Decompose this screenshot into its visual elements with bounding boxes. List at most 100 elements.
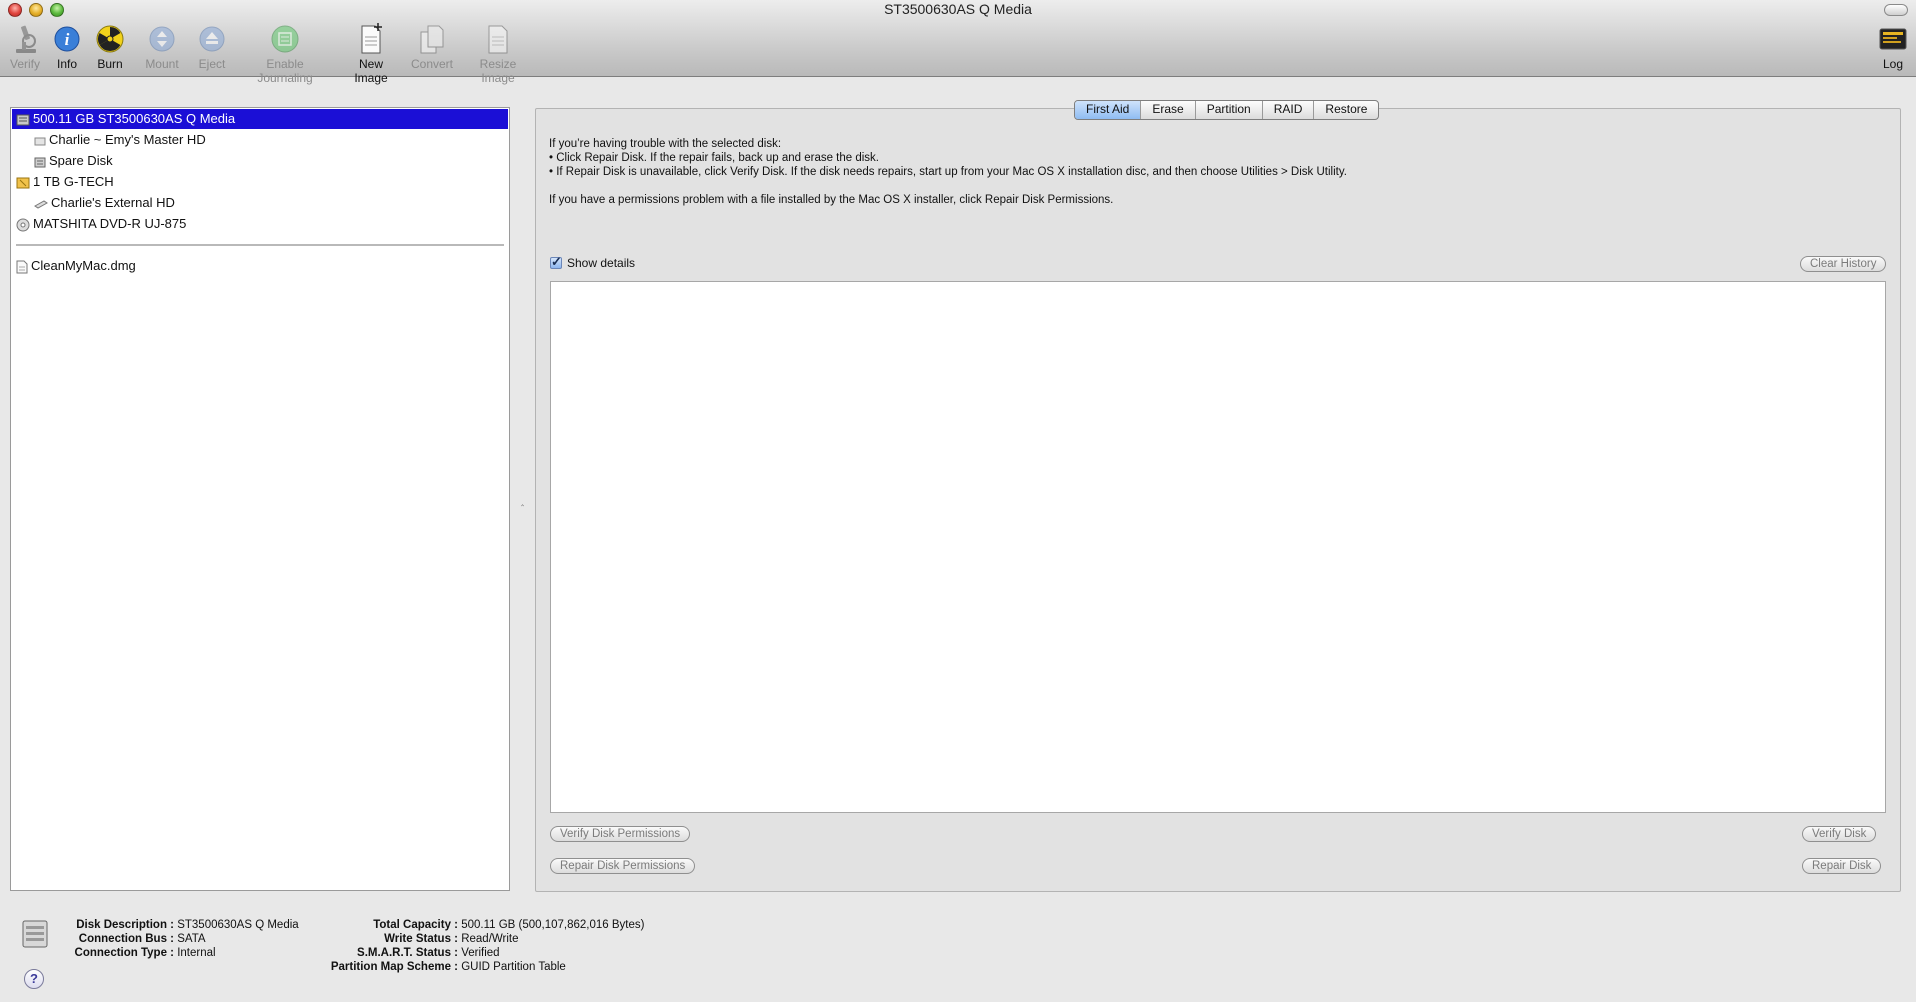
volume-icon bbox=[34, 157, 46, 168]
info-key: Partition Map Scheme : bbox=[330, 961, 458, 973]
toolbar-toggle-button[interactable] bbox=[1884, 4, 1908, 16]
checkbox-checked[interactable] bbox=[550, 254, 562, 270]
volume-item-charlie-emy[interactable]: Charlie ~ Emy's Master HD bbox=[12, 130, 508, 150]
info-row: S.M.A.R.T. Status : Verified bbox=[322, 946, 644, 960]
info-value: Internal bbox=[177, 947, 216, 959]
disk-item-st3500630as[interactable]: 500.11 GB ST3500630AS Q Media bbox=[12, 109, 508, 129]
info-row: Connection Bus : SATA bbox=[64, 932, 299, 946]
disk-item-dvd-drive[interactable]: MATSHITA DVD-R UJ-875 bbox=[12, 214, 508, 234]
mount-icon bbox=[149, 26, 175, 52]
details-log-area[interactable] bbox=[550, 281, 1886, 813]
toolbar-journaling-button[interactable]: Enable Journaling bbox=[238, 23, 332, 85]
first-aid-instructions: If you’re having trouble with the select… bbox=[549, 137, 1347, 207]
split-view-handle[interactable]: ‸ bbox=[521, 496, 525, 506]
tab-bar: First Aid Erase Partition RAID Restore bbox=[1074, 100, 1380, 120]
tab-raid[interactable]: RAID bbox=[1263, 101, 1315, 119]
toolbar-label: Burn bbox=[97, 57, 123, 71]
toolbar-label: New Image bbox=[354, 57, 388, 85]
svg-text:i: i bbox=[65, 30, 70, 49]
journaling-icon bbox=[271, 25, 299, 53]
disk-item-label: 500.11 GB ST3500630AS Q Media bbox=[33, 111, 236, 126]
help-button[interactable]: ? bbox=[24, 969, 44, 989]
info-key: Connection Bus : bbox=[78, 933, 174, 945]
toolbar-label: Resize Image bbox=[479, 57, 517, 85]
volume-icon bbox=[34, 199, 48, 209]
tab-erase[interactable]: Erase bbox=[1141, 101, 1196, 119]
eject-icon bbox=[199, 26, 225, 52]
instructions-bullet: • If Repair Disk is unavailable, click V… bbox=[549, 166, 1347, 178]
info-icon: i bbox=[54, 26, 80, 52]
info-key: Connection Type : bbox=[74, 947, 174, 959]
show-details-label: Show details bbox=[567, 256, 636, 270]
disk-image-icon bbox=[16, 260, 28, 274]
toolbar-new-image-button[interactable]: New Image bbox=[341, 23, 401, 85]
instructions-bullet: • Click Repair Disk. If the repair fails… bbox=[549, 152, 880, 164]
clear-history-button[interactable]: Clear History bbox=[1800, 256, 1887, 272]
volume-item-label: Charlie's External HD bbox=[51, 195, 175, 210]
toolbar-label: Eject bbox=[198, 57, 226, 71]
volume-item-spare-disk[interactable]: Spare Disk bbox=[12, 151, 508, 171]
external-disk-icon bbox=[16, 177, 30, 189]
toolbar-label: Convert bbox=[410, 57, 454, 71]
verify-disk-button[interactable]: Verify Disk bbox=[1802, 826, 1877, 842]
toolbar-verify-button[interactable]: Verify bbox=[8, 23, 42, 71]
volume-item-charlies-external[interactable]: Charlie's External HD bbox=[12, 193, 508, 213]
disk-item-label: MATSHITA DVD-R UJ-875 bbox=[33, 216, 187, 231]
info-row: Disk Description : ST3500630AS Q Media bbox=[64, 918, 299, 932]
info-value: Read/Write bbox=[461, 933, 519, 945]
repair-disk-permissions-button[interactable]: Repair Disk Permissions bbox=[550, 858, 696, 874]
disk-item-g-tech[interactable]: 1 TB G-TECH bbox=[12, 172, 508, 192]
toolbar-resize-image-button[interactable]: Resize Image bbox=[462, 23, 534, 85]
toolbar-log-button[interactable]: Log bbox=[1876, 23, 1910, 71]
disk-info-left: Disk Description : ST3500630AS Q Media C… bbox=[64, 918, 299, 960]
info-value: SATA bbox=[177, 933, 206, 945]
toolbar-label: Info bbox=[56, 57, 77, 71]
info-value: Verified bbox=[461, 947, 500, 959]
convert-icon bbox=[420, 25, 444, 54]
internal-disk-icon bbox=[22, 920, 48, 948]
new-image-icon bbox=[361, 23, 382, 54]
volume-item-label: Charlie ~ Emy's Master HD bbox=[49, 132, 206, 147]
repair-disk-button[interactable]: Repair Disk bbox=[1802, 858, 1882, 874]
info-key: Total Capacity : bbox=[373, 919, 458, 931]
sidebar-separator bbox=[16, 244, 504, 246]
toolbar-label: Verify bbox=[9, 57, 40, 71]
disk-info-right: Total Capacity : 500.11 GB (500,107,862,… bbox=[322, 918, 645, 974]
toolbar-info-button[interactable]: i Info bbox=[52, 23, 82, 71]
microscope-icon bbox=[16, 25, 36, 53]
optical-drive-icon bbox=[16, 218, 30, 232]
info-row: Connection Type : Internal bbox=[64, 946, 299, 960]
volume-icon bbox=[34, 137, 46, 146]
toolbar-convert-button[interactable]: Convert bbox=[410, 23, 454, 71]
volume-item-label: Spare Disk bbox=[49, 153, 113, 168]
resize-image-icon bbox=[488, 25, 508, 54]
tab-partition[interactable]: Partition bbox=[1196, 101, 1263, 119]
info-value: 500.11 GB (500,107,862,016 Bytes) bbox=[461, 919, 645, 931]
info-key: Disk Description : bbox=[76, 919, 174, 931]
toolbar-eject-button[interactable]: Eject bbox=[195, 23, 229, 71]
info-row: Partition Map Scheme : GUID Partition Ta… bbox=[322, 960, 644, 974]
tab-restore[interactable]: Restore bbox=[1314, 101, 1378, 119]
info-key: S.M.A.R.T. Status : bbox=[357, 947, 458, 959]
toolbar-burn-button[interactable]: Burn bbox=[93, 23, 127, 71]
permissions-note: If you have a permissions problem with a… bbox=[549, 194, 1114, 206]
toolbar-mount-button[interactable]: Mount bbox=[142, 23, 182, 71]
toolbar-label: Log bbox=[1882, 57, 1904, 71]
info-key: Write Status : bbox=[384, 933, 458, 945]
toolbar-label: Enable Journaling bbox=[257, 57, 313, 85]
info-row: Write Status : Read/Write bbox=[322, 932, 644, 946]
toolbar-label: Mount bbox=[145, 57, 179, 71]
disk-item-label: 1 TB G-TECH bbox=[33, 174, 114, 189]
disk-image-item-cleanmymac[interactable]: CleanMyMac.dmg bbox=[12, 256, 508, 276]
title-toolbar: ST3500630AS Q Media Verify i Info Burn M… bbox=[0, 0, 1916, 85]
tab-first-aid[interactable]: First Aid bbox=[1075, 101, 1142, 119]
info-value: ST3500630AS Q Media bbox=[177, 919, 299, 931]
disk-list: 500.11 GB ST3500630AS Q Media Charlie ~ … bbox=[10, 107, 510, 891]
verify-disk-permissions-button[interactable]: Verify Disk Permissions bbox=[550, 826, 691, 842]
window-title: ST3500630AS Q Media bbox=[884, 1, 1032, 17]
burn-icon bbox=[96, 25, 124, 53]
instructions-intro: If you’re having trouble with the select… bbox=[549, 138, 782, 150]
show-details-checkbox[interactable]: Show details bbox=[550, 254, 636, 270]
disk-image-label: CleanMyMac.dmg bbox=[31, 258, 136, 273]
internal-disk-icon bbox=[16, 114, 30, 126]
